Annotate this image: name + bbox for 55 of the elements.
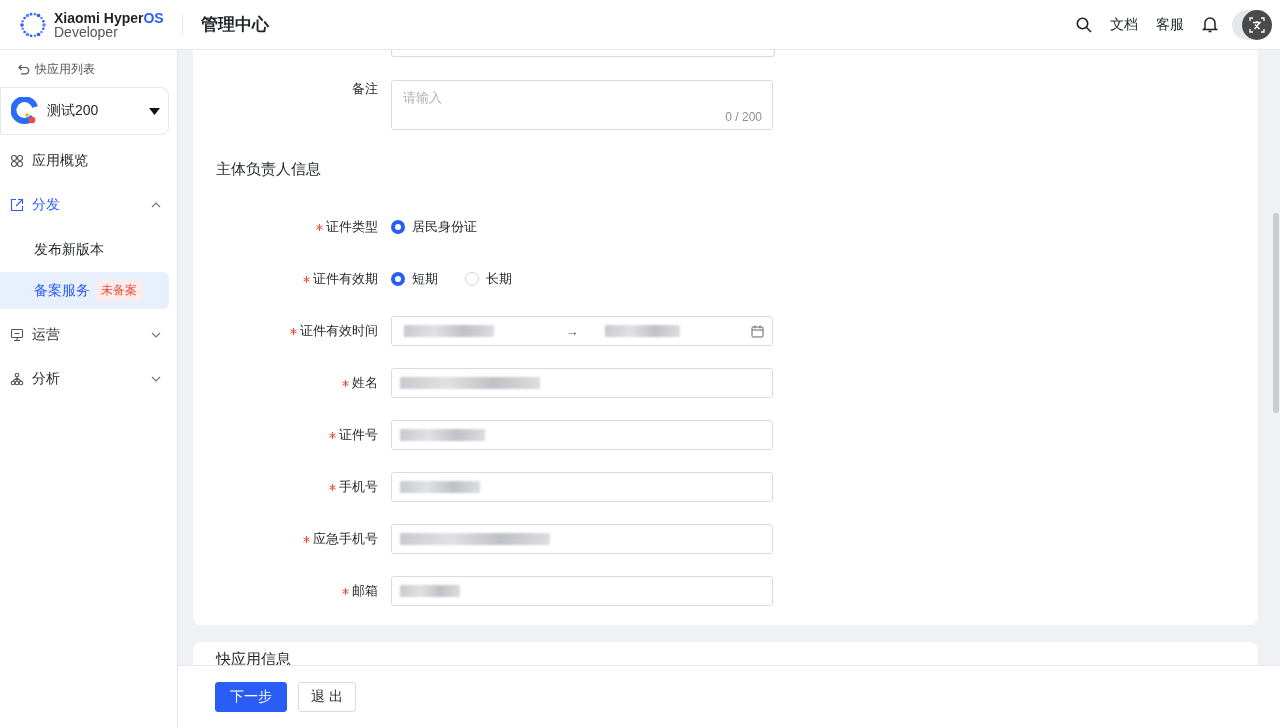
sidebar-subitem[interactable]: 发布新版本 (0, 231, 169, 268)
input-field[interactable] (391, 576, 773, 606)
translate-icon[interactable] (1242, 9, 1272, 40)
app-icon (11, 97, 39, 125)
header-link[interactable]: 客服 (1156, 15, 1184, 34)
status-badge: 未备案 (96, 280, 142, 301)
field-label: 证件有效时间 (300, 322, 378, 340)
field-label: 证件有效期 (313, 270, 378, 288)
section-title: 主体负责人信息 (215, 159, 322, 179)
hierarchy-icon (10, 372, 24, 386)
header-link[interactable]: 文档 (1110, 15, 1138, 34)
monitor-icon (10, 328, 24, 342)
share-icon (10, 198, 24, 212)
next-button[interactable]: 下一步 (215, 682, 287, 712)
back-arrow-icon (18, 63, 30, 75)
page-title: 管理中心 (200, 14, 269, 36)
brand-name: Xiaomi HyperOS (54, 10, 164, 25)
note-textarea[interactable]: 请输入 0 / 200 (391, 80, 773, 130)
sidebar-item[interactable]: 分发 (0, 183, 177, 227)
search-icon[interactable] (1076, 16, 1092, 33)
radio-option[interactable]: 居民身份证 (391, 218, 477, 236)
input-field[interactable] (391, 420, 773, 450)
radio-option[interactable]: 短期 (391, 270, 438, 288)
exit-button[interactable]: 退 出 (298, 682, 356, 712)
field-label: 邮箱 (352, 582, 378, 600)
range-separator: → (565, 323, 579, 339)
field-label: 证件号 (339, 426, 378, 444)
sidebar-item[interactable]: 应用概览 (0, 139, 177, 183)
brand-subtitle: Developer (54, 24, 118, 39)
app-selector[interactable]: 测试200 (0, 87, 169, 135)
field-label: 应急手机号 (313, 530, 378, 548)
sidebar-item[interactable]: 运营 (0, 313, 177, 357)
field-label: 手机号 (339, 478, 378, 496)
input-field[interactable] (391, 524, 773, 554)
dropdown-caret-icon (149, 107, 160, 115)
chevron-down-icon[interactable] (151, 376, 161, 382)
input-field[interactable] (391, 50, 775, 57)
blurred-value (400, 585, 460, 597)
calendar-icon (751, 324, 764, 338)
field-label: 姓名 (352, 374, 378, 392)
field-label: 证件类型 (326, 218, 378, 236)
scrollbar[interactable] (1273, 213, 1279, 413)
chevron-down-icon[interactable] (151, 332, 161, 338)
date-range-field[interactable]: → (391, 316, 773, 346)
input-field[interactable] (391, 368, 773, 398)
bell-icon[interactable] (1202, 16, 1218, 33)
char-counter: 0 / 200 (725, 110, 762, 124)
input-field[interactable] (391, 472, 773, 502)
grid-icon (10, 154, 24, 168)
back-link[interactable]: 快应用列表 (0, 50, 177, 76)
sidebar-item[interactable]: 分析 (0, 357, 177, 401)
radio-option[interactable]: 长期 (465, 270, 512, 288)
field-label: 备注 (351, 80, 378, 98)
sidebar-subitem[interactable]: 备案服务 未备案 (0, 272, 169, 309)
chevron-up-icon[interactable] (151, 202, 161, 208)
